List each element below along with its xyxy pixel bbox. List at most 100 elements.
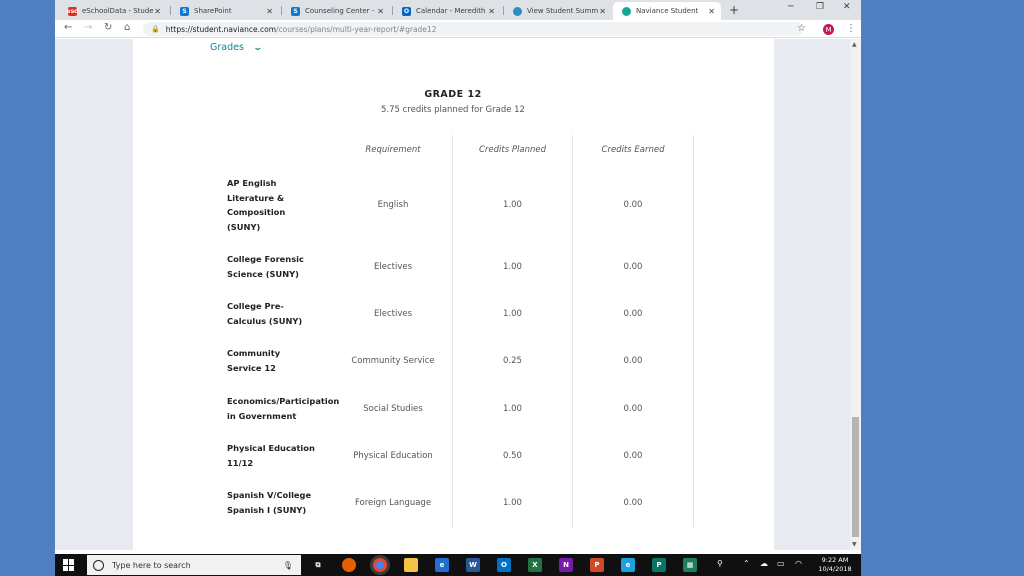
course-name-line: Composition (227, 207, 286, 217)
close-icon[interactable]: ✕ (708, 7, 715, 16)
course-name-line: 11/12 (227, 457, 254, 468)
tab-calendar[interactable]: O Calendar - Meredith ✕ (393, 2, 501, 20)
task-view-icon[interactable]: ⧉ (311, 558, 325, 572)
browser-menu-icon[interactable]: ⋮ (846, 23, 856, 34)
tab-label: Calendar - Meredith (416, 7, 486, 15)
close-icon[interactable]: ✕ (488, 7, 495, 16)
ie-icon[interactable]: e (621, 558, 635, 572)
back-icon[interactable]: ← (64, 22, 72, 33)
credits-planned-cell: 1.00 (503, 498, 522, 508)
course-name-line: Spanish I (SUNY) (227, 504, 307, 515)
esd-icon: esd (66, 6, 79, 16)
tab-strip: esd eSchoolData - Stude ✕ S SharePoint ✕… (55, 0, 861, 20)
forward-icon[interactable]: → (84, 22, 92, 33)
credits-planned-cell: 0.25 (503, 356, 522, 366)
course-name-line: Calculus (SUNY) (227, 315, 303, 326)
microphone-icon[interactable]: 🎙 (283, 561, 293, 570)
chrome-icon[interactable] (373, 558, 387, 572)
globe-icon (513, 6, 522, 16)
sharepoint-icon: S (291, 6, 300, 16)
course-name: Spanish V/College Spanish I (SUNY) (227, 488, 347, 517)
powerpoint-icon[interactable]: P (590, 558, 604, 572)
minimize-icon[interactable]: ─ (788, 2, 793, 12)
taskbar-search-box[interactable]: Type here to search 🎙 (87, 555, 301, 575)
excel-icon[interactable]: X (528, 558, 542, 572)
course-name: College Forensic Science (SUNY) (227, 252, 347, 281)
tab-label: Counseling Center - (305, 7, 375, 15)
onenote-icon[interactable]: N (559, 558, 573, 572)
credits-earned-cell: 0.00 (623, 498, 643, 508)
word-icon[interactable]: W (466, 558, 480, 572)
tab-view-student-summary[interactable]: View Student Summ ✕ (504, 2, 612, 20)
course-name-line: Community (227, 348, 281, 358)
course-name-line: (SUNY) (227, 221, 261, 232)
course-name-line: in Government (227, 410, 297, 421)
restore-icon[interactable]: ❐ (816, 2, 824, 12)
course-name-line: College Forensic (227, 254, 304, 264)
course-name-line: College Pre- (227, 301, 284, 311)
course-name-line: Literature & (227, 192, 285, 203)
scrollbar-thumb[interactable] (852, 417, 859, 537)
tab-eschooldata[interactable]: esd eSchoolData - Stude ✕ (59, 2, 167, 20)
show-hidden-icons-icon[interactable]: ⌃ (743, 559, 750, 568)
bookmark-star-icon[interactable]: ☆ (797, 23, 806, 34)
close-icon[interactable]: ✕ (377, 7, 384, 16)
outlook-icon[interactable]: O (497, 558, 511, 572)
search-placeholder: Type here to search (112, 560, 191, 570)
close-icon[interactable]: ✕ (599, 7, 606, 16)
profile-avatar[interactable]: M (823, 24, 834, 35)
wifi-icon[interactable]: ◠ (795, 559, 802, 568)
close-icon[interactable]: ✕ (154, 7, 161, 16)
course-name-line: AP English (227, 178, 277, 188)
tab-counseling-center[interactable]: S Counseling Center - ✕ (282, 2, 390, 20)
publisher-icon[interactable]: P (652, 558, 666, 572)
vertical-scrollbar[interactable]: ▲ ▼ (850, 39, 861, 550)
reload-icon[interactable]: ↻ (104, 22, 112, 33)
credits-earned-cell: 0.00 (623, 404, 643, 414)
lock-icon: 🔒 (151, 25, 160, 33)
onedrive-icon[interactable]: ☁ (760, 559, 768, 568)
course-name: Physical Education 11/12 (227, 441, 347, 470)
credits-planned-cell: 1.00 (503, 262, 522, 272)
tab-label: eSchoolData - Stude (82, 7, 154, 15)
requirement-cell: Electives (373, 262, 413, 272)
scroll-down-icon[interactable]: ▼ (852, 541, 857, 548)
home-icon[interactable]: ⌂ (124, 22, 130, 33)
credits-planned-cell: 1.00 (503, 200, 522, 210)
tab-sharepoint[interactable]: S SharePoint ✕ (171, 2, 279, 20)
course-name-line: Physical Education (227, 443, 315, 453)
people-icon[interactable]: ⚲ (717, 559, 723, 568)
requirement-cell: Electives (373, 309, 413, 319)
network-icon[interactable]: ▭ (777, 559, 785, 568)
tab-label: View Student Summ (527, 7, 599, 15)
tab-naviance-student[interactable]: Naviance Student ✕ (613, 2, 721, 20)
windows-start-icon[interactable] (63, 559, 75, 571)
system-clock[interactable]: 9:22 AM 10/4/2018 (815, 556, 855, 574)
close-icon[interactable]: ✕ (266, 7, 273, 16)
credits-planned-cell: 1.00 (503, 404, 522, 414)
clock-date: 10/4/2018 (818, 565, 852, 573)
course-name-line: Economics/Participation (227, 396, 340, 406)
window-close-icon[interactable]: ✕ (843, 2, 851, 12)
course-name-line: Spanish V/College (227, 490, 312, 500)
credits-earned-cell: 0.00 (623, 262, 643, 272)
course-name-line: Science (SUNY) (227, 268, 299, 279)
teams-icon[interactable]: ▦ (683, 558, 697, 572)
firefox-icon[interactable] (342, 558, 356, 572)
naviance-icon (622, 6, 631, 16)
tab-label: Naviance Student (636, 7, 699, 15)
browser-window: esd eSchoolData - Stude ✕ S SharePoint ✕… (55, 0, 861, 576)
navigation-bar: ← → ↻ ⌂ 🔒 https://student.naviance.com/c… (55, 20, 861, 38)
requirement-cell: Community Service (351, 356, 435, 366)
edge-icon[interactable]: e (435, 558, 449, 572)
file-explorer-icon[interactable] (404, 558, 418, 572)
new-tab-button[interactable]: + (729, 3, 739, 17)
clock-time: 9:22 AM (821, 556, 849, 564)
scroll-up-icon[interactable]: ▲ (852, 41, 857, 48)
requirement-cell: English (377, 200, 409, 210)
page-viewport: Grades ⌄ GRADE 12 5.75 credits planned f… (55, 39, 861, 550)
course-list: AP English Literature & Composition (SUN… (55, 39, 861, 550)
address-bar[interactable]: 🔒 https://student.naviance.com/courses/p… (143, 22, 803, 36)
cortana-icon (93, 559, 104, 571)
course-name: Community Service 12 (227, 346, 347, 375)
